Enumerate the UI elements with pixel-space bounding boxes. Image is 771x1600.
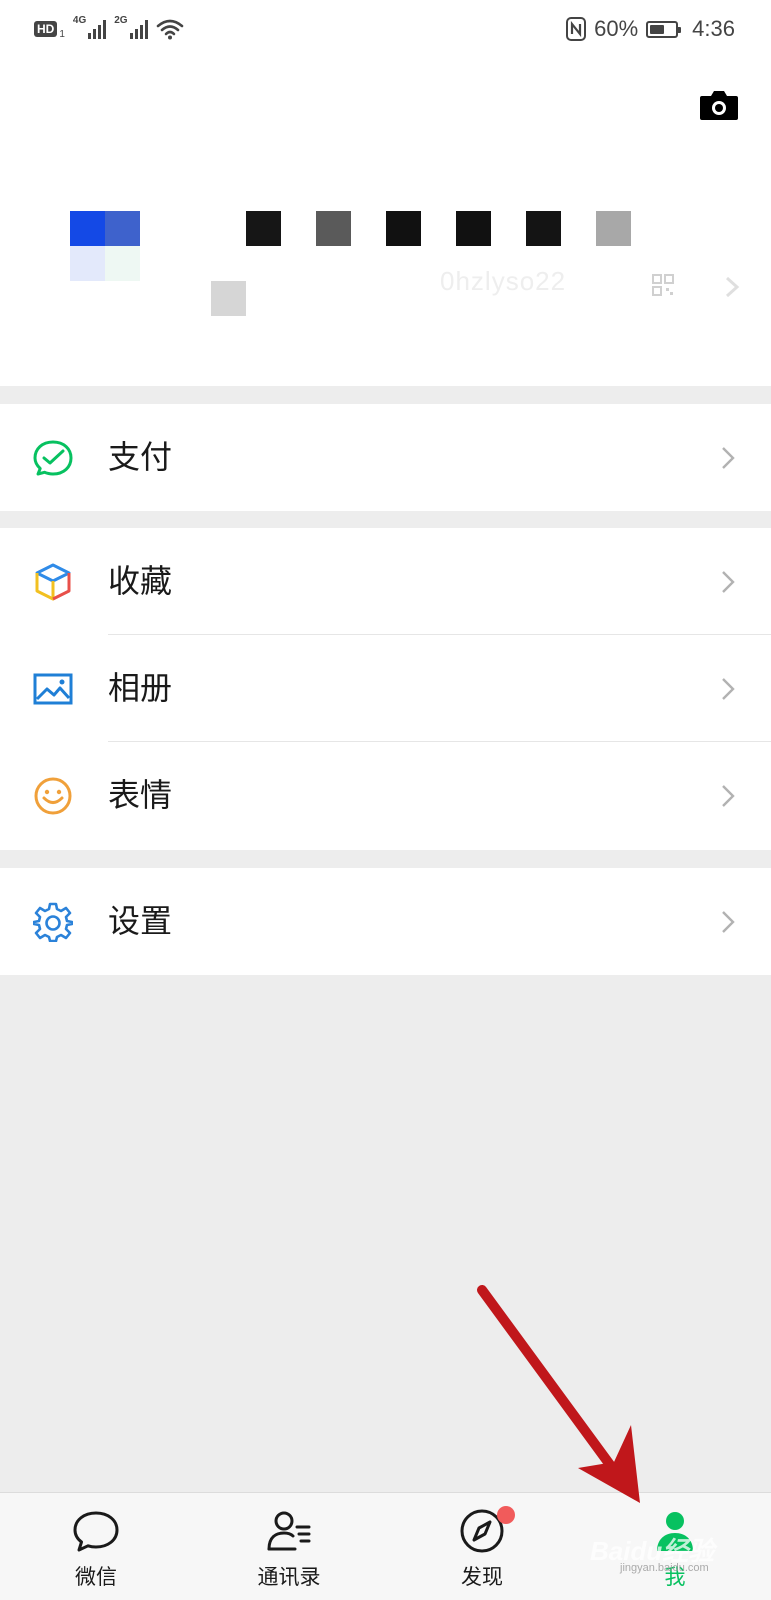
wifi-icon bbox=[156, 19, 183, 40]
battery-icon bbox=[646, 20, 682, 38]
nfc-icon bbox=[566, 17, 587, 41]
chevron-right-icon bbox=[722, 785, 735, 807]
menu-label-pay: 支付 bbox=[108, 438, 173, 476]
network-type-1: 4G bbox=[72, 15, 87, 26]
chat-bubble-icon bbox=[73, 1511, 119, 1552]
nickname-redacted bbox=[246, 211, 631, 246]
menu-label-favorites: 收藏 bbox=[108, 562, 173, 600]
tab-discover[interactable]: 发现 bbox=[412, 1493, 552, 1600]
tab-label-contacts: 通讯录 bbox=[257, 1565, 321, 1589]
image-icon bbox=[33, 673, 73, 705]
gear-icon bbox=[33, 902, 73, 942]
tab-contacts[interactable]: 通讯录 bbox=[219, 1493, 359, 1600]
wallet-check-icon bbox=[33, 440, 73, 476]
status-bar-left: HD 1 4G 2G bbox=[34, 14, 184, 44]
avatar[interactable] bbox=[70, 211, 140, 281]
signal-strength-1-icon bbox=[88, 19, 107, 39]
tab-label-chats: 微信 bbox=[75, 1565, 117, 1589]
camera-icon[interactable] bbox=[699, 88, 739, 122]
profile-header[interactable]: 0hzlyso22 bbox=[0, 58, 771, 386]
tab-chats[interactable]: 微信 bbox=[26, 1493, 166, 1600]
chevron-right-icon bbox=[722, 447, 735, 469]
menu-group-settings: 设置 bbox=[0, 868, 771, 975]
hd-badge: HD bbox=[34, 21, 58, 37]
status-bar-right: 60% 4:36 bbox=[566, 14, 735, 44]
chevron-right-icon bbox=[722, 571, 735, 593]
chevron-right-icon bbox=[725, 276, 740, 298]
menu-label-settings: 设置 bbox=[108, 902, 173, 940]
chevron-right-icon bbox=[722, 911, 735, 933]
wechat-id-text: 0hzlyso22 bbox=[440, 266, 567, 296]
menu-group-pay: 支付 bbox=[0, 404, 771, 511]
chevron-right-icon bbox=[722, 678, 735, 700]
network-type-2: 2G bbox=[114, 15, 128, 26]
sim-slot-number: 1 bbox=[59, 28, 65, 40]
clock: 4:36 bbox=[692, 16, 735, 41]
menu-item-settings[interactable]: 设置 bbox=[0, 868, 771, 975]
smiley-icon bbox=[34, 777, 72, 815]
battery-percent: 60% bbox=[594, 16, 639, 41]
tab-label-discover: 发现 bbox=[461, 1565, 503, 1589]
watermark-url: jingyan.baidu.com bbox=[620, 1562, 709, 1574]
menu-group-content: 收藏 相册 表情 bbox=[0, 528, 771, 850]
menu-item-album[interactable]: 相册 bbox=[0, 635, 771, 742]
menu-item-favorites[interactable]: 收藏 bbox=[0, 528, 771, 635]
wechat-me-screen: HD 1 4G 2G 60% 4:36 0hzlyso22 支付 收藏 相册 表… bbox=[0, 0, 771, 1600]
wechat-id-redacted bbox=[211, 281, 246, 316]
menu-label-stickers: 表情 bbox=[108, 776, 173, 814]
status-bar: HD 1 4G 2G 60% 4:36 bbox=[0, 0, 771, 58]
menu-item-pay[interactable]: 支付 bbox=[0, 404, 771, 511]
discover-badge-dot bbox=[497, 1506, 515, 1524]
menu-label-album: 相册 bbox=[108, 669, 173, 707]
menu-item-stickers[interactable]: 表情 bbox=[0, 742, 771, 849]
contacts-icon bbox=[267, 1511, 311, 1551]
cube-icon bbox=[35, 563, 71, 601]
qr-code-icon[interactable] bbox=[652, 274, 674, 296]
signal-strength-2-icon bbox=[129, 19, 148, 39]
battery-fill bbox=[650, 24, 665, 34]
